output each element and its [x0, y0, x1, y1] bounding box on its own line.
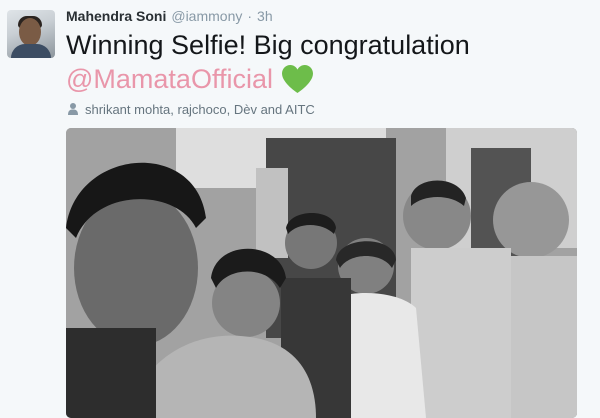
tagged-people: shrikant mohta, rajchoco, Dèv and AITC [68, 100, 315, 118]
tagged-names[interactable]: shrikant mohta, rajchoco, Dèv and AITC [85, 102, 315, 117]
tweet-body: Winning Selfie! Big congratulation [66, 30, 470, 60]
mention-link[interactable]: @MamataOfficial [66, 64, 273, 94]
green-heart-icon [281, 64, 314, 102]
person-icon [68, 103, 78, 115]
author-handle[interactable]: @iammony [171, 8, 242, 24]
avatar-shirt [11, 44, 51, 58]
tweet-timestamp[interactable]: 3h [257, 8, 273, 24]
avatar[interactable] [7, 10, 55, 58]
avatar-face [19, 18, 41, 46]
photo-scene [66, 128, 577, 418]
tweet-header: Mahendra Soni @iammony · 3h [66, 8, 273, 26]
separator-dot: · [247, 8, 253, 24]
selfie-photo[interactable] [66, 128, 577, 418]
author-name[interactable]: Mahendra Soni [66, 8, 166, 24]
tweet-text: Winning Selfie! Big congratulation @Mama… [66, 28, 586, 102]
